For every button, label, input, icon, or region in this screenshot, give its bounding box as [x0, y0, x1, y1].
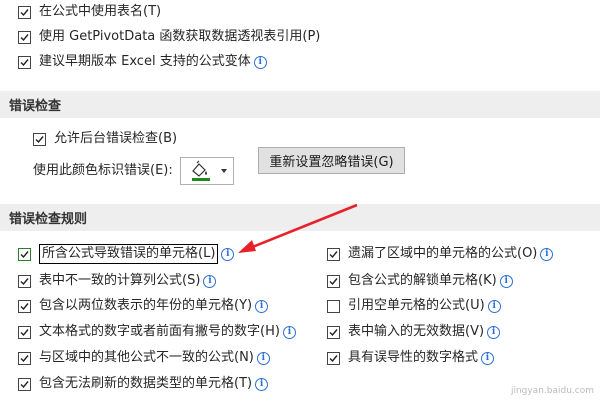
paint-bucket-icon	[192, 160, 227, 181]
info-icon[interactable]: i	[540, 247, 554, 261]
option-getpivotdata[interactable]: 使用 GetPivotData 函数获取数据透视表引用(P)	[18, 26, 320, 48]
rule-unrefreshable-data-types[interactable]: 包含无法刷新的数据类型的单元格(T) i	[18, 373, 269, 395]
rule-two-digit-years[interactable]: 包含以两位数表示的年份的单元格(Y) i	[18, 295, 269, 317]
checkbox[interactable]	[18, 351, 31, 365]
rule-inconsistent-calculated-column[interactable]: 表中不一致的计算列公式(S) i	[18, 270, 217, 292]
reset-ignored-errors-button[interactable]: 重新设置忽略错误(G)	[258, 147, 405, 174]
option-label: 在公式中使用表名(T)	[39, 4, 162, 19]
color-label: 使用此颜色标识错误(E):	[33, 163, 173, 178]
checkbox[interactable]	[327, 299, 340, 313]
info-icon[interactable]: i	[487, 325, 501, 339]
checkbox[interactable]	[327, 351, 340, 365]
section-header-error-checking: 错误检查	[0, 91, 600, 118]
info-icon[interactable]: i	[221, 247, 235, 261]
checkbox[interactable]	[33, 132, 46, 146]
checkbox[interactable]	[18, 55, 31, 69]
option-label: 具有误导性的数字格式	[348, 350, 479, 365]
option-use-table-names[interactable]: 在公式中使用表名(T)	[18, 1, 161, 23]
checkbox[interactable]	[18, 247, 31, 261]
rule-inconsistent-formulas[interactable]: 与区域中的其他公式不一致的公式(N) i	[18, 347, 270, 369]
option-label: 表中不一致的计算列公式(S)	[39, 273, 201, 288]
checkbox[interactable]	[18, 377, 31, 391]
info-icon[interactable]: i	[282, 325, 296, 339]
option-formula-variants[interactable]: 建议早期版本 Excel 支持的公式变体 i	[18, 51, 267, 73]
rule-misleading-number-formats[interactable]: 具有误导性的数字格式 i	[327, 347, 495, 369]
option-label: 包含公式的解锁单元格(K)	[348, 273, 497, 288]
option-label: 允许后台错误检查(B)	[54, 131, 178, 146]
rule-invalid-table-data[interactable]: 表中输入的无效数据(V) i	[327, 321, 501, 343]
option-label: 引用空单元格的公式(U)	[348, 298, 485, 313]
checkbox[interactable]	[327, 274, 340, 288]
info-icon[interactable]: i	[487, 299, 501, 313]
option-label: 建议早期版本 Excel 支持的公式变体	[39, 54, 251, 69]
rule-unlocked-formula-cells[interactable]: 包含公式的解锁单元格(K) i	[327, 270, 513, 292]
rule-formulas-referring-empty-cells[interactable]: 引用空单元格的公式(U) i	[327, 295, 501, 317]
info-icon[interactable]: i	[255, 377, 269, 391]
info-icon[interactable]: i	[253, 55, 267, 69]
checkbox[interactable]	[18, 5, 31, 19]
info-icon[interactable]: i	[255, 299, 269, 313]
error-color-picker[interactable]	[180, 157, 234, 185]
chevron-down-icon[interactable]	[221, 169, 227, 173]
info-icon[interactable]: i	[203, 274, 217, 288]
info-icon[interactable]: i	[481, 351, 495, 365]
option-enable-background-checking[interactable]: 允许后台错误检查(B)	[33, 128, 177, 150]
info-icon[interactable]: i	[499, 274, 513, 288]
checkbox[interactable]	[327, 247, 340, 261]
checkbox[interactable]	[327, 325, 340, 339]
option-label-highlighted: 所含公式导致错误的单元格(L)	[39, 244, 219, 264]
option-label: 包含以两位数表示的年份的单元格(Y)	[39, 298, 253, 313]
rule-formulas-omitting-cells[interactable]: 遗漏了区域中的单元格的公式(O) i	[327, 243, 554, 265]
section-header-error-rules: 错误检查规则	[0, 204, 600, 231]
watermark: jingyan.baidu.com	[510, 386, 594, 396]
checkbox[interactable]	[18, 299, 31, 313]
option-label: 文本格式的数字或者前面有撇号的数字(H)	[39, 324, 280, 339]
option-label: 与区域中的其他公式不一致的公式(N)	[39, 350, 254, 365]
checkbox[interactable]	[18, 30, 31, 44]
option-label: 使用 GetPivotData 函数获取数据透视表引用(P)	[39, 29, 321, 44]
checkbox[interactable]	[18, 274, 31, 288]
option-label: 遗漏了区域中的单元格的公式(O)	[348, 246, 538, 261]
option-label: 包含无法刷新的数据类型的单元格(T)	[39, 376, 253, 391]
option-label: 表中输入的无效数据(V)	[348, 324, 485, 339]
checkbox[interactable]	[18, 325, 31, 339]
info-icon[interactable]: i	[256, 351, 270, 365]
rule-formulas-resulting-in-errors[interactable]: 所含公式导致错误的单元格(L) i	[18, 243, 235, 265]
rule-numbers-as-text[interactable]: 文本格式的数字或者前面有撇号的数字(H) i	[18, 321, 296, 343]
color-swatch	[192, 178, 210, 181]
